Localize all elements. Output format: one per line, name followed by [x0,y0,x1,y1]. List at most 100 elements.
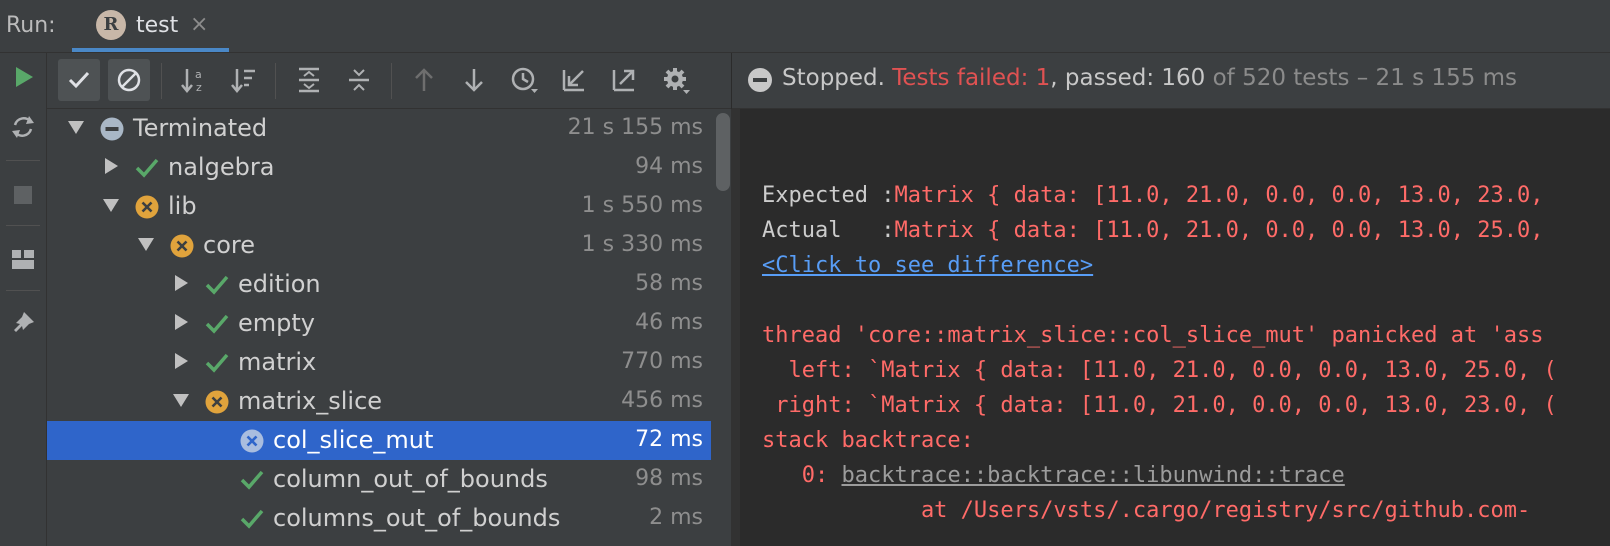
tree-node-duration: 98 ms [635,466,703,491]
tree-node-column-out-of-bounds[interactable]: column_out_of_bounds 98 ms [47,460,711,499]
settings-button[interactable] [655,59,697,101]
collapse-all-button[interactable] [338,59,380,101]
next-failed-button[interactable] [453,59,495,101]
test-history-button[interactable] [503,59,545,101]
backtrace-header: stack backtrace: [762,428,974,453]
svg-text:a: a [195,68,202,81]
show-ignored-button[interactable] [108,59,150,101]
tree-node-duration: 2 ms [649,505,703,530]
close-icon[interactable]: × [190,12,208,37]
passed-check-icon [205,314,229,334]
tree-node-empty[interactable]: empty 46 ms [47,304,711,343]
failed-test-icon [205,390,229,414]
tree-node-matrix[interactable]: matrix 770 ms [47,343,711,382]
tree-node-label: matrix [238,348,317,376]
failed-test-icon [135,195,159,219]
backtrace-frame: 0: backtrace::backtrace::libunwind::trac… [762,463,1345,488]
expected-label: Expected : [762,183,895,208]
failed-test-icon [240,429,264,453]
previous-failed-icon [415,68,433,91]
expanded-arrow-icon[interactable] [102,196,120,214]
expected-line: Expected :Matrix { data: [11.0, 21.0, 0.… [762,183,1543,208]
tree-node-duration: 1 s 330 ms [581,232,703,257]
stop-icon[interactable] [9,181,37,209]
see-difference-link[interactable]: <Click to see difference> [762,253,1093,278]
failed-count: Tests failed: 1 [892,65,1051,91]
assert-right-line: right: `Matrix { data: [11.0, 21.0, 0.0,… [762,393,1557,418]
passed-check-icon [240,509,264,529]
collapsed-arrow-icon[interactable] [172,313,190,331]
test-tree-toolbar: a z [47,53,731,109]
run-tab-test[interactable]: R test × [72,0,229,52]
run-actions-strip [0,53,47,546]
separator [6,290,40,291]
show-passed-icon [68,71,90,89]
frame-function-link[interactable]: backtrace::backtrace::libunwind::trace [841,463,1344,488]
passed-count: passed: 160 [1064,65,1206,91]
console-output[interactable]: Expected :Matrix { data: [11.0, 21.0, 0.… [740,109,1610,546]
sort-by-duration-button[interactable] [223,59,265,101]
layout-icon[interactable] [9,245,37,273]
export-tests-button[interactable] [603,59,645,101]
separator [275,63,276,99]
show-ignored-icon [117,68,141,92]
tree-node-col-slice-mut[interactable]: col_slice_mut 72 ms [47,421,711,460]
tree-node-label: columns_out_of_bounds [273,504,561,532]
run-icon[interactable] [9,63,37,91]
tree-node-core[interactable]: core 1 s 330 ms [47,226,711,265]
import-tests-icon [562,70,584,92]
actual-value: Matrix { data: [11.0, 21.0, 0.0, 0.0, 13… [894,218,1544,243]
tree-node-label: lib [168,192,197,220]
tree-node-duration: 456 ms [621,388,703,413]
sort-by-duration-icon [231,69,255,93]
separator [6,160,40,161]
previous-failed-button[interactable] [403,59,445,101]
expanded-arrow-icon[interactable] [137,235,155,253]
collapse-all-icon [349,69,369,91]
actual-label: Actual : [762,218,895,243]
run-label: Run: [6,13,56,38]
panel-splitter[interactable] [731,109,740,546]
tree-node-edition[interactable]: edition 58 ms [47,265,711,304]
tree-node-matrix-slice[interactable]: matrix_slice 456 ms [47,382,711,421]
tree-node-duration: 1 s 550 ms [581,193,703,218]
collapsed-arrow-icon[interactable] [172,352,190,370]
failed-test-icon [170,234,194,258]
passed-check-icon [240,470,264,490]
tree-node-label: core [203,231,255,259]
expected-value: Matrix { data: [11.0, 21.0, 0.0, 0.0, 13… [894,183,1544,208]
tree-node-label: col_slice_mut [273,426,434,454]
pin-icon[interactable] [9,309,37,337]
tree-node-terminated[interactable]: Terminated 21 s 155 ms [47,109,711,148]
svg-text:z: z [196,81,202,94]
tree-node-label: edition [238,270,321,298]
test-status-summary: Stopped. Tests failed: 1, passed: 160 of… [782,65,1517,91]
sort-alphabetically-button[interactable]: a z [173,59,215,101]
test-results-tree[interactable]: Terminated 21 s 155 ms nalgebra 94 ms lib 1 s… [47,109,731,546]
active-tab-indicator [72,48,229,52]
tree-node-nalgebra[interactable]: nalgebra 94 ms [47,148,711,187]
collapsed-arrow-icon[interactable] [172,274,190,292]
tree-node-duration: 46 ms [635,310,703,335]
import-tests-button[interactable] [553,59,595,101]
actual-line: Actual :Matrix { data: [11.0, 21.0, 0.0,… [762,218,1543,243]
tree-node-lib[interactable]: lib 1 s 550 ms [47,187,711,226]
expanded-arrow-icon[interactable] [172,391,190,409]
separator [6,225,40,226]
expand-all-button[interactable] [288,59,330,101]
settings-icon [664,68,690,94]
collapsed-arrow-icon[interactable] [102,157,120,175]
tree-node-duration: 21 s 155 ms [567,115,703,140]
tree-scrollbar[interactable] [716,113,730,191]
tree-node-label: matrix_slice [238,387,383,415]
test-history-icon [511,67,538,93]
rerun-failed-icon[interactable] [9,113,37,141]
expand-all-icon [299,67,319,93]
tree-node-columns-out-of-bounds[interactable]: columns_out_of_bounds 2 ms [47,499,711,538]
separator [391,63,392,99]
tab-title: test [136,13,179,38]
total-tests: of 520 tests – 21 s 155 ms [1212,65,1518,91]
assert-left-line: left: `Matrix { data: [11.0, 21.0, 0.0, … [762,358,1557,383]
show-passed-button[interactable] [58,59,100,101]
expanded-arrow-icon[interactable] [67,118,85,136]
